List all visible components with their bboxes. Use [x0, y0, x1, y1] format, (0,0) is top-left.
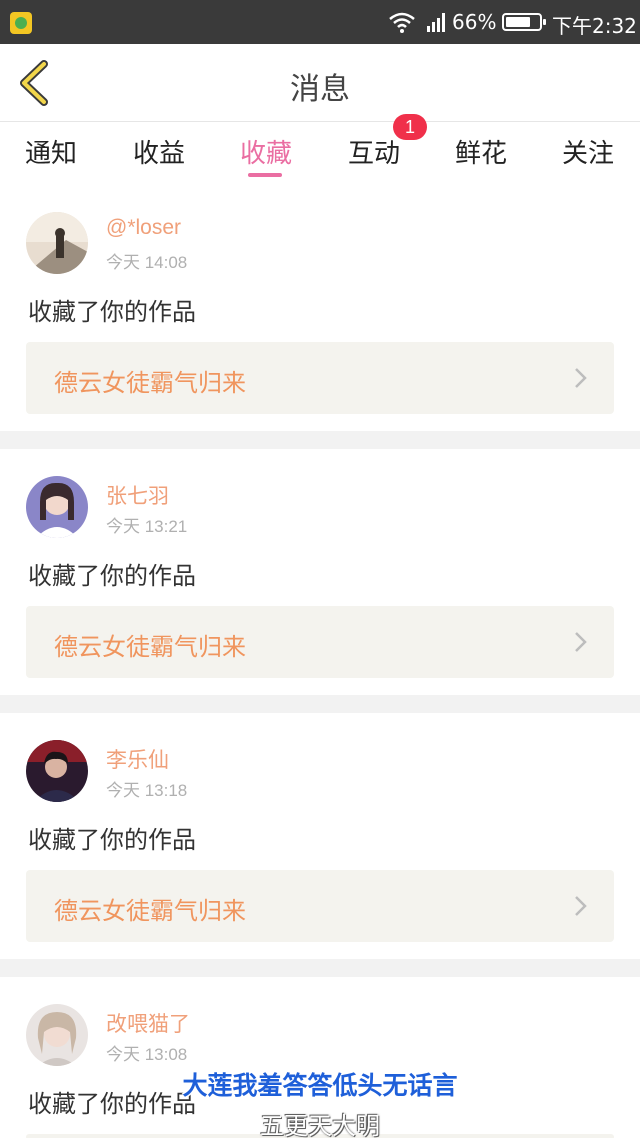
page-title: 消息	[290, 72, 350, 107]
timestamp: 今天 14:08	[106, 253, 188, 272]
status-bar: 66% 下午2:32	[0, 0, 640, 44]
timestamp: 今天 13:21	[106, 517, 188, 536]
tab-follows[interactable]: 关注	[548, 133, 628, 170]
header: 消息	[0, 44, 640, 122]
battery-percent: 66%	[452, 10, 497, 34]
divider	[0, 959, 640, 977]
work-link[interactable]: 德云女徒霸气归来	[26, 606, 614, 678]
subtitle-overlay-secondary: 五更天大明	[260, 1112, 380, 1138]
message-card: @*loser 今天 14:08 收藏了你的作品 德云女徒霸气归来	[0, 196, 640, 442]
action-text: 收藏了你的作品	[28, 826, 196, 854]
status-time: 下午2:32	[552, 14, 637, 38]
chevron-right-icon	[575, 896, 587, 916]
user-name[interactable]: 李乐仙	[106, 744, 169, 774]
divider	[0, 695, 640, 713]
message-card: 张七羽 今天 13:21 收藏了你的作品 德云女徒霸气归来	[0, 460, 640, 706]
battery-icon	[502, 13, 546, 31]
avatar[interactable]	[26, 212, 88, 274]
avatar[interactable]	[26, 476, 88, 538]
signal-icon	[427, 13, 445, 32]
interaction-count-badge: 1	[393, 114, 427, 140]
avatar[interactable]	[26, 740, 88, 802]
work-title: 德云女徒霸气归来	[54, 633, 246, 661]
timestamp: 今天 13:18	[106, 781, 188, 800]
chevron-right-icon	[575, 368, 587, 388]
tab-flowers[interactable]: 鲜花	[441, 133, 521, 170]
tab-notifications[interactable]: 通知	[11, 133, 91, 170]
user-name[interactable]: 张七羽	[106, 480, 169, 510]
action-text: 收藏了你的作品	[28, 562, 196, 590]
message-card: 李乐仙 今天 13:18 收藏了你的作品 德云女徒霸气归来	[0, 724, 640, 970]
chevron-right-icon	[575, 632, 587, 652]
work-link[interactable]: 德云女徒霸气归来	[26, 870, 614, 942]
user-name[interactable]: 改喂猫了	[106, 1008, 190, 1038]
tab-earnings[interactable]: 收益	[119, 133, 199, 170]
tab-favorites[interactable]: 收藏	[226, 133, 306, 170]
work-link[interactable]: 德云女徒霸气归来	[26, 342, 614, 414]
user-name[interactable]: @*loser	[106, 216, 181, 240]
timestamp: 今天 13:08	[106, 1045, 188, 1064]
work-title: 德云女徒霸气归来	[54, 897, 246, 925]
active-tab-indicator	[248, 173, 282, 177]
divider	[0, 431, 640, 449]
avatar[interactable]	[26, 1004, 88, 1066]
app-notification-icon	[10, 12, 32, 34]
tab-bar: 通知 收益 收藏 互动 鲜花 关注	[0, 123, 640, 183]
subtitle-overlay: 大莲我羞答答低头无话言	[182, 1071, 458, 1100]
work-title: 德云女徒霸气归来	[54, 369, 246, 397]
wifi-icon	[389, 12, 415, 33]
action-text: 收藏了你的作品	[28, 298, 196, 326]
